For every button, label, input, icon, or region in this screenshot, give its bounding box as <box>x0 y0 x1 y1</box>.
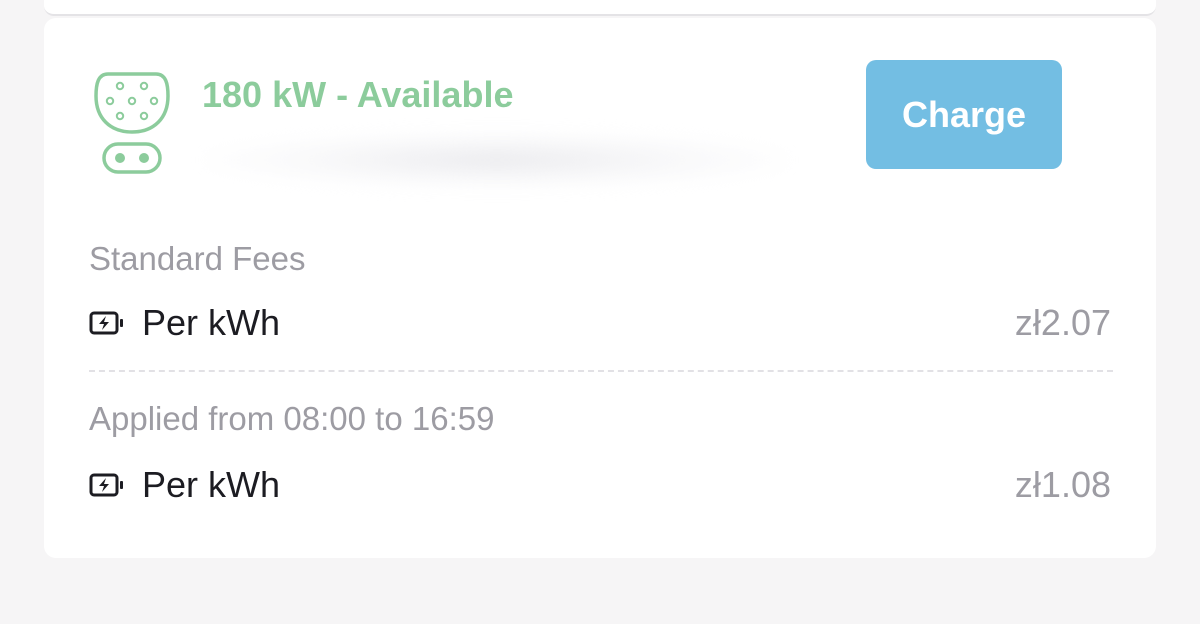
fee-name: Per kWh <box>142 464 281 505</box>
dashed-divider <box>89 370 1113 372</box>
fee-name: Per kWh <box>142 302 281 343</box>
charging-battery-icon <box>89 311 123 335</box>
fee-row-timed: Per kWh zł1.08 <box>89 464 1111 508</box>
fee-price: zł2.07 <box>1014 302 1111 343</box>
fee-row-standard: Per kWh zł2.07 <box>89 302 1111 346</box>
charging-battery-icon <box>89 473 123 497</box>
charge-button[interactable]: Charge <box>866 60 1062 169</box>
ccs-connector-icon <box>94 72 170 174</box>
standard-fees-label: Standard Fees <box>89 240 306 277</box>
timed-fees-label: Applied from 08:00 to 16:59 <box>89 400 495 437</box>
charger-card: 180 kW - Available Charge Standard Fees … <box>44 18 1156 558</box>
fee-price: zł1.08 <box>1014 464 1111 505</box>
blurred-address <box>202 130 792 190</box>
previous-card <box>44 0 1156 16</box>
station-title: 180 kW - Available <box>202 74 514 115</box>
